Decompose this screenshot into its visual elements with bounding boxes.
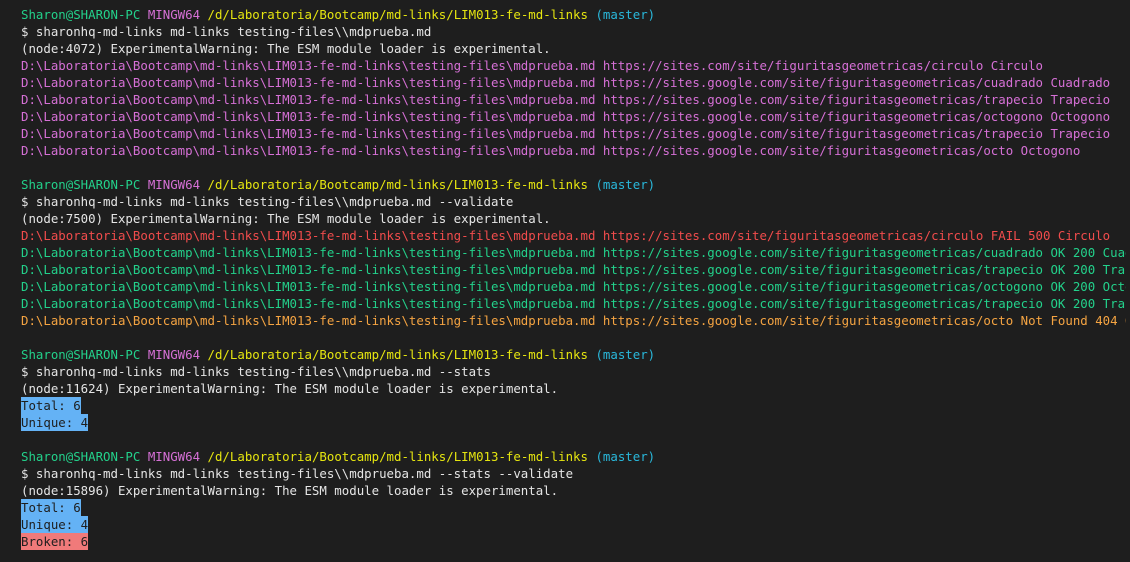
prompt-line: Sharon@SHARON-PC MINGW64 /d/Laboratoria/… [21,448,1126,465]
stats-line: Total: 6 [21,499,1126,516]
prompt-user: Sharon@SHARON-PC [21,347,141,362]
prompt-user: Sharon@SHARON-PC [21,177,141,192]
prompt-path: /d/Laboratoria/Bootcamp/md-links/LIM013-… [207,177,588,192]
stats-unique: Unique: 4 [21,516,89,533]
link-line: D:\Laboratoria\Bootcamp\md-links\LIM013-… [21,92,1111,107]
prompt-path: /d/Laboratoria/Bootcamp/md-links/LIM013-… [207,449,588,464]
prompt-line: Sharon@SHARON-PC MINGW64 /d/Laboratoria/… [21,346,1126,363]
stats-line: Broken: 6 [21,533,1126,550]
prompt-path: /d/Laboratoria/Bootcamp/md-links/LIM013-… [207,7,588,22]
link-line-not-found: D:\Laboratoria\Bootcamp\md-links\LIM013-… [21,313,1126,328]
link-line-ok: D:\Laboratoria\Bootcamp\md-links\LIM013-… [21,245,1126,260]
prompt-branch: (master) [595,177,656,192]
link-line-fail: D:\Laboratoria\Bootcamp\md-links\LIM013-… [21,228,1111,243]
link-line: D:\Laboratoria\Bootcamp\md-links\LIM013-… [21,126,1111,141]
warning-line: (node:7500) ExperimentalWarning: The ESM… [21,211,551,226]
link-line: D:\Laboratoria\Bootcamp\md-links\LIM013-… [21,109,1111,124]
stats-total: Total: 6 [21,499,81,516]
prompt-user: Sharon@SHARON-PC [21,7,141,22]
prompt-shell: MINGW64 [147,177,201,192]
prompt-branch: (master) [595,347,656,362]
warning-line: (node:11624) ExperimentalWarning: The ES… [21,381,559,396]
prompt-branch: (master) [595,7,656,22]
terminal-window[interactable]: Sharon@SHARON-PC MINGW64 /d/Laboratoria/… [21,6,1126,550]
command-line: $ sharonhq-md-links md-links testing-fil… [21,24,432,39]
prompt-shell: MINGW64 [147,449,201,464]
link-line-ok: D:\Laboratoria\Bootcamp\md-links\LIM013-… [21,262,1126,277]
link-line: D:\Laboratoria\Bootcamp\md-links\LIM013-… [21,75,1111,90]
stats-line: Unique: 4 [21,414,1126,431]
stats-broken: Broken: 6 [21,533,89,550]
prompt-shell: MINGW64 [147,347,201,362]
command-line: $ sharonhq-md-links md-links testing-fil… [21,466,574,481]
warning-line: (node:4072) ExperimentalWarning: The ESM… [21,41,551,56]
stats-line: Total: 6 [21,397,1126,414]
command-line: $ sharonhq-md-links md-links testing-fil… [21,364,491,379]
command-line: $ sharonhq-md-links md-links testing-fil… [21,194,514,209]
prompt-shell: MINGW64 [147,7,201,22]
stats-line: Unique: 4 [21,516,1126,533]
warning-line: (node:15896) ExperimentalWarning: The ES… [21,483,559,498]
link-line-ok: D:\Laboratoria\Bootcamp\md-links\LIM013-… [21,279,1126,294]
prompt-line: Sharon@SHARON-PC MINGW64 /d/Laboratoria/… [21,6,1126,23]
link-line-ok: D:\Laboratoria\Bootcamp\md-links\LIM013-… [21,296,1126,311]
link-line: D:\Laboratoria\Bootcamp\md-links\LIM013-… [21,143,1081,158]
prompt-path: /d/Laboratoria/Bootcamp/md-links/LIM013-… [207,347,588,362]
link-line: D:\Laboratoria\Bootcamp\md-links\LIM013-… [21,58,1043,73]
stats-total: Total: 6 [21,397,81,414]
prompt-line: Sharon@SHARON-PC MINGW64 /d/Laboratoria/… [21,176,1126,193]
prompt-user: Sharon@SHARON-PC [21,449,141,464]
stats-unique: Unique: 4 [21,414,89,431]
prompt-branch: (master) [595,449,656,464]
